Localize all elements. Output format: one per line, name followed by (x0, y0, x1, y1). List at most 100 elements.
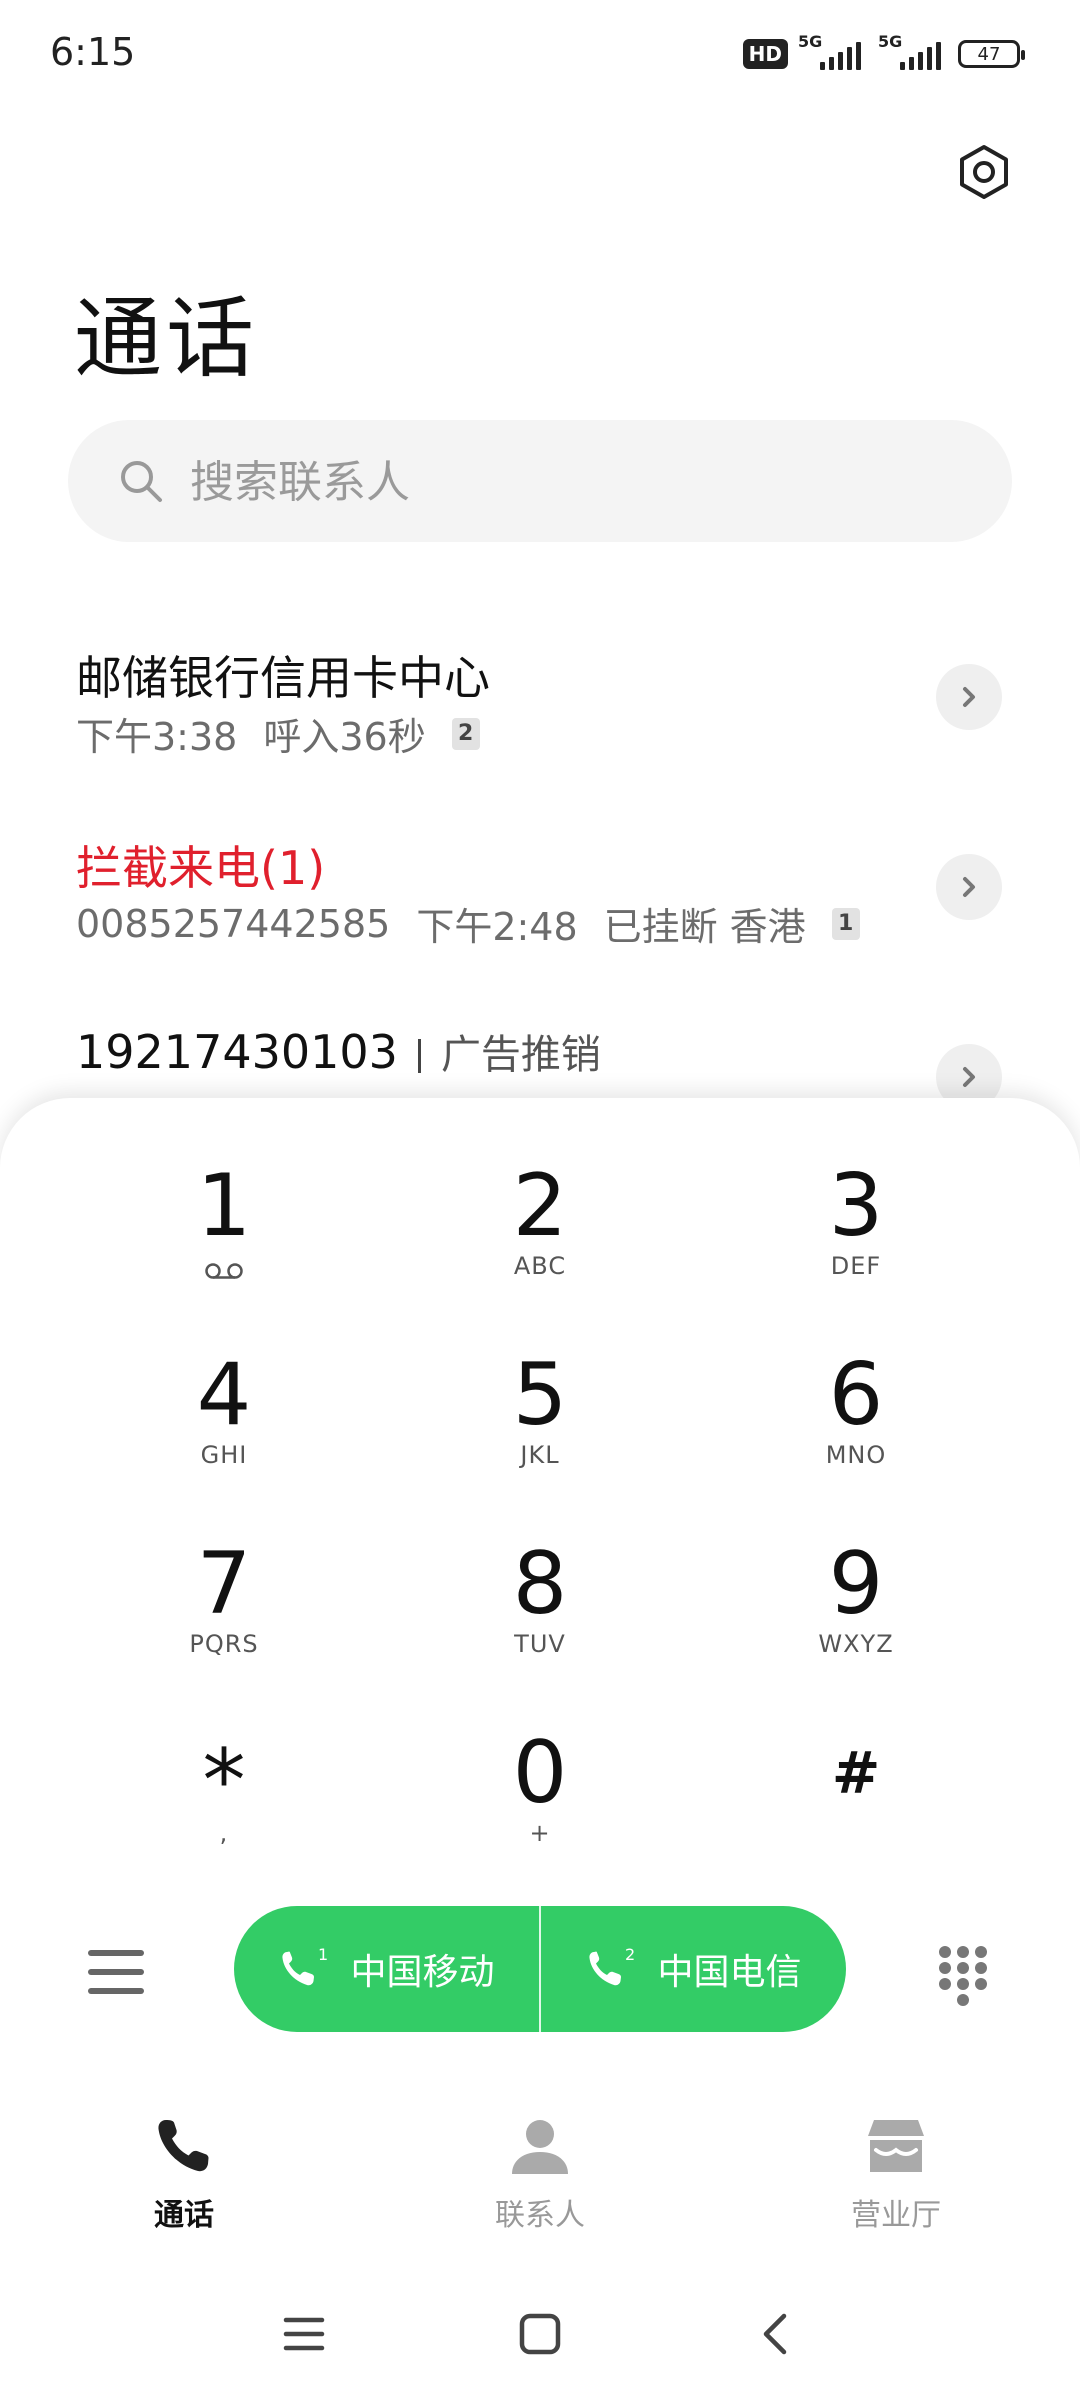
key-letters: WXYZ (818, 1630, 894, 1658)
key-0[interactable]: 0 + (420, 1723, 660, 1893)
sim-badge: 2 (451, 717, 480, 750)
key-8[interactable]: 8 TUV (420, 1534, 660, 1704)
key-6[interactable]: 6 MNO (736, 1345, 976, 1515)
phone-icon (158, 2120, 209, 2172)
phone-sim1-icon: 1 (282, 1946, 329, 1986)
tab-calls[interactable]: 通话 (74, 2116, 294, 2236)
carrier-label: 中国电信 (657, 1952, 802, 1993)
key-letters: MNO (825, 1441, 887, 1469)
home-button[interactable] (510, 2304, 570, 2364)
key-letters: , (219, 1819, 229, 1847)
svg-text:2: 2 (625, 1946, 635, 1964)
search-input[interactable] (188, 446, 972, 518)
key-digit: 1 (196, 1156, 252, 1256)
call-log-meta: 0085257442585 下午2:48 已挂断 香港 1 (76, 896, 860, 951)
page-title: 通话 (74, 287, 259, 390)
key-letters: ABC (513, 1252, 567, 1280)
tab-label: 联系人 (495, 2198, 585, 2233)
call-log-name-row: 19217430103 广告推销 (76, 1022, 601, 1080)
key-digit: 6 (828, 1345, 884, 1445)
key-digit: 9 (828, 1534, 884, 1634)
menu-button[interactable] (88, 1950, 144, 2000)
key-hash[interactable]: # (736, 1723, 976, 1893)
key-digit: 2 (512, 1156, 568, 1256)
sim2-network-label: 5G (878, 32, 903, 51)
dialpad-icon (939, 1946, 987, 2006)
key-digit: 7 (196, 1534, 252, 1634)
key-5[interactable]: 5 JKL (420, 1345, 660, 1515)
status-icons: HD 5G 5G 47 (742, 32, 1025, 74)
sim1-signal-icon: 5G (798, 32, 868, 74)
key-1[interactable]: 1 (104, 1156, 344, 1326)
key-star[interactable]: * , (104, 1723, 344, 1893)
key-7[interactable]: 7 PQRS (104, 1534, 344, 1704)
key-digit: 0 (512, 1723, 568, 1823)
tab-contacts[interactable]: 联系人 (430, 2116, 650, 2236)
call-log-row[interactable]: 拦截来电(1) 0085257442585 下午2:48 已挂断 香港 1 (0, 832, 1080, 1022)
call-details-button[interactable] (936, 854, 1002, 920)
key-letters: TUV (514, 1630, 566, 1658)
call-log-name: 拦截来电(1) (76, 841, 326, 895)
sim1-network-label: 5G (798, 32, 823, 51)
gear-icon (960, 145, 1008, 199)
call-log-tag: 广告推销 (440, 1032, 601, 1078)
divider (417, 1038, 421, 1073)
sim-badge: 1 (831, 907, 860, 940)
system-nav-bar (0, 2290, 1080, 2380)
key-letters: GHI (200, 1441, 248, 1469)
call-log-time: 下午3:38 (76, 715, 238, 759)
key-digit: 5 (512, 1345, 568, 1445)
battery-icon: 47 (958, 40, 1025, 68)
search-bar[interactable] (68, 420, 1012, 542)
key-9[interactable]: 9 WXYZ (736, 1534, 976, 1704)
call-log-detail: 呼入36秒 (263, 715, 426, 759)
key-digit: 8 (512, 1534, 568, 1634)
key-letters: DEF (830, 1252, 882, 1280)
key-3[interactable]: 3 DEF (736, 1156, 976, 1326)
menu-lines-icon (283, 2317, 325, 2351)
key-letters: PQRS (189, 1630, 259, 1658)
person-icon (512, 2120, 568, 2174)
sim2-signal-icon: 5G (878, 32, 948, 74)
call-log-meta: 下午3:38 呼入36秒 2 (76, 706, 480, 761)
settings-button[interactable] (954, 142, 1014, 202)
chevron-right-icon (963, 687, 975, 707)
hd-voice-icon: HD (742, 39, 788, 69)
keypad-toggle-button[interactable] (936, 1944, 990, 2008)
recents-button[interactable] (274, 2304, 334, 2364)
home-square-icon (519, 2313, 561, 2355)
hamburger-icon (88, 1950, 144, 1994)
call-log-name: 19217430103 (76, 1025, 398, 1079)
status-bar: 6:15 HD 5G 5G 47 (0, 0, 1080, 110)
call-log-detail: 已挂断 (603, 905, 718, 949)
key-letters: JKL (520, 1441, 560, 1469)
key-2[interactable]: 2 ABC (420, 1156, 660, 1326)
call-button-group: 1 中国移动 2 中国电信 (234, 1906, 846, 2032)
key-digit: 4 (196, 1345, 252, 1445)
call-log-location: 香港 (729, 905, 806, 949)
search-icon (121, 461, 162, 502)
carrier-label: 中国移动 (350, 1952, 495, 1993)
tab-store[interactable]: 营业厅 (786, 2116, 1006, 2236)
chevron-right-icon (963, 1067, 975, 1087)
call-log-number: 0085257442585 (76, 901, 391, 946)
voicemail-icon (205, 1263, 243, 1279)
call-log-time: 下午2:48 (416, 905, 578, 949)
svg-text:1: 1 (318, 1946, 328, 1964)
call-details-button[interactable] (936, 664, 1002, 730)
back-chevron-icon (763, 2313, 787, 2355)
status-time: 6:15 (50, 30, 136, 74)
phone-sim2-icon: 2 (589, 1946, 636, 1986)
store-icon (868, 2120, 924, 2172)
back-button[interactable] (746, 2304, 806, 2364)
key-digit: # (831, 1739, 881, 1807)
call-log-name: 邮储银行信用卡中心 (76, 651, 490, 705)
key-digit: 3 (828, 1156, 884, 1256)
tab-label: 通话 (154, 2198, 214, 2233)
call-log-row[interactable]: 邮储银行信用卡中心 下午3:38 呼入36秒 2 (0, 642, 1080, 832)
key-digit: * (202, 1731, 246, 1831)
key-letters: + (529, 1819, 551, 1847)
call-sim2-button[interactable]: 2 中国电信 (541, 1906, 846, 2032)
key-4[interactable]: 4 GHI (104, 1345, 344, 1515)
call-sim1-button[interactable]: 1 中国移动 (234, 1906, 539, 2032)
